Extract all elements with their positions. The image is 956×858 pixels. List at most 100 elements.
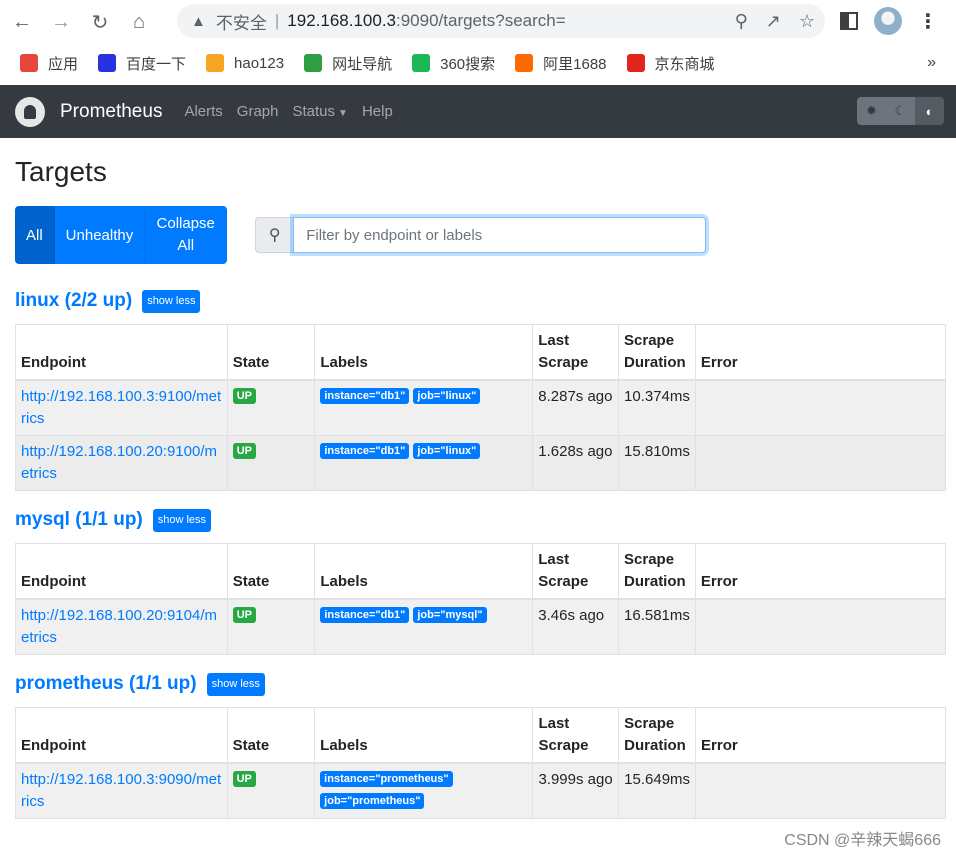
targets-table: Endpoint State Labels Last Scrape Scrape Dur… [15,324,947,491]
endpoint-link[interactable]: http://192.168.100.20:9104/metrics [21,607,217,646]
column-header-last-scrape: Last Scrape [532,543,620,600]
target-pool: mysql (1/1 up) show less Endpoint State Labe… [15,507,947,655]
column-header-state: State [226,324,316,381]
last-scrape-cell: 3.999s ago [532,762,620,819]
bookmark-jd-icon [626,54,645,72]
column-header-error: Error [694,543,947,600]
state-badge: UP [232,443,256,459]
scrape-duration-cell: 10.374ms [618,379,696,436]
menu-kebab-icon[interactable]: ⋮ [918,9,938,34]
label-badge: job="mysql" [413,607,487,623]
error-cell [695,762,946,819]
page-title: Targets [15,156,107,187]
bookmark-label: 阿里1688 [543,55,607,73]
profile-avatar[interactable] [874,7,902,35]
column-header-error: Error [694,324,947,381]
bookmark-item[interactable]: 网址导航 [304,53,392,74]
column-header-last-scrape: Last Scrape [532,324,620,381]
bookmark-item[interactable]: 阿里1688 [515,53,607,74]
bookmark-item[interactable]: 360搜索 [412,53,495,74]
label-badge: instance="db1" [320,607,410,623]
reload-icon[interactable]: ↻ [86,8,114,36]
state-cell: UP [226,598,316,655]
moon-icon[interactable]: ☾ [886,97,915,125]
column-header-labels: Labels [314,707,534,764]
endpoint-link[interactable]: http://192.168.100.3:9100/metrics [21,388,221,427]
column-header-scrape-duration: Scrape Duration [618,543,696,600]
last-scrape-cell: 3.46s ago [532,598,620,655]
column-header-scrape-duration: Scrape Duration [618,707,697,764]
error-cell [694,598,947,655]
labels-cell: instance="db1" job="linux" [314,435,534,491]
side-panel-icon[interactable] [840,12,858,30]
nav-help[interactable]: Help [362,103,393,120]
prometheus-logo-icon[interactable] [15,96,45,127]
filter-controls: All Unhealthy Collapse All ⚲ [15,206,946,264]
bookmark-item[interactable]: hao123 [206,54,284,72]
url-path: :9090/targets?search= [396,11,566,30]
share-icon[interactable]: ↗ [766,11,781,32]
navbar-brand[interactable]: Prometheus [60,101,162,123]
bookmark-star-icon[interactable]: ☆ [799,11,815,32]
nav-graph[interactable]: Graph [237,103,279,120]
scrape-duration-cell: 15.649ms [618,762,697,819]
filter-all-button[interactable]: All [15,206,55,264]
targets-page: Targets All Unhealthy Collapse All ⚲ lin… [15,138,947,819]
show-less-button[interactable]: show less [206,672,265,696]
filter-unhealthy-button[interactable]: Unhealthy [54,206,146,264]
scrape-duration-cell: 15.810ms [618,435,696,491]
state-cell: UP [226,435,316,491]
zoom-icon[interactable]: ⚲ [735,11,748,32]
target-pool: linux (2/2 up) show less Endpoint State Labe… [15,288,947,491]
table-row: http://192.168.100.20:9100/metrics UP inst… [15,435,947,491]
column-header-endpoint: Endpoint [15,543,228,600]
labels-cell: instance="prometheus" job="prometheus" [314,762,534,819]
nav-status[interactable]: Status ▼ [293,103,348,120]
browser-toolbar: ← → ↻ ⌂ ▲ 不安全 | 192.168.100.3:9090/targe… [0,0,956,44]
table-header-row: Endpoint State Labels Last Scrape Scrape Dur… [15,324,947,381]
label-badge: instance="prometheus" [320,771,453,787]
nav-alerts[interactable]: Alerts [184,103,222,120]
pool-title[interactable]: linux (2/2 up) [15,290,132,312]
collapse-all-button[interactable]: Collapse All [145,206,228,264]
endpoint-link[interactable]: http://192.168.100.3:9090/metrics [21,771,221,810]
show-less-button[interactable]: show less [142,289,201,313]
pool-title[interactable]: prometheus (1/1 up) [15,673,197,695]
column-header-state: State [226,707,316,764]
bookmark-360-icon [412,54,431,72]
bookmark-item[interactable]: 京东商城 [626,53,715,74]
bookmark-label: hao123 [234,54,285,72]
sun-icon[interactable]: ✹ [857,97,886,125]
targets-table: Endpoint State Labels Last Scrape Scrape Dur… [15,543,947,655]
bookmarks-more-icon[interactable]: » [927,54,936,72]
column-header-state: State [226,543,316,600]
bookmark-item[interactable]: 百度一下 [98,53,186,74]
search-input[interactable] [293,217,707,253]
label-badge: instance="db1" [320,443,410,459]
bookmark-label: 百度一下 [126,55,187,73]
endpoint-link[interactable]: http://192.168.100.20:9100/metrics [21,443,217,482]
home-icon[interactable]: ⌂ [125,8,153,36]
url-host: 192.168.100.3 [287,11,396,30]
table-header-row: Endpoint State Labels Last Scrape Scrape Dur… [15,707,946,764]
back-arrow-icon[interactable]: ← [8,8,36,36]
prometheus-navbar: Prometheus Alerts Graph Status ▼ Help ✹ ☾… [0,85,956,138]
state-cell: UP [226,762,316,819]
scrape-duration-cell: 16.581ms [618,598,696,655]
forward-arrow-icon[interactable]: → [47,8,75,36]
table-row: http://192.168.100.20:9104/metrics UP inst… [15,598,947,655]
state-badge: UP [232,771,256,787]
bookmark-2345-icon [304,54,323,72]
bookmark-label: 360搜索 [440,55,496,73]
bookmark-apps-icon [20,54,38,72]
address-bar[interactable]: ▲ 不安全 | 192.168.100.3:9090/targets?searc… [177,4,825,38]
show-less-button[interactable]: show less [152,508,212,532]
column-header-labels: Labels [314,543,534,600]
contrast-icon[interactable]: ◐ [915,97,944,125]
nav-status-label: Status [292,103,336,120]
pool-title[interactable]: mysql (1/1 up) [15,509,143,531]
column-header-endpoint: Endpoint [15,707,228,764]
label-badge: job="linux" [413,388,481,404]
bookmark-item[interactable]: 应用 [20,53,78,74]
label-badge: instance="db1" [320,388,410,404]
